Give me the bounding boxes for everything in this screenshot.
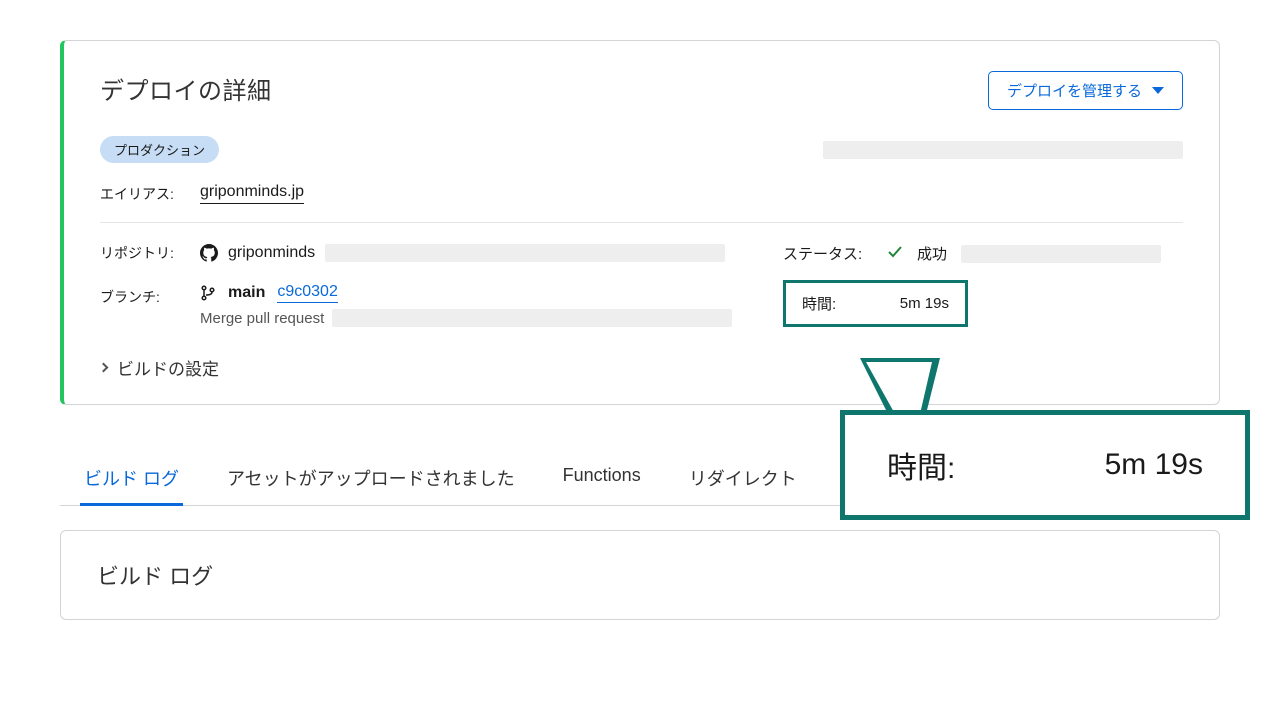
- status-row: ステータス: 成功: [783, 243, 1183, 264]
- duration-callout: 時間: 5m 19s: [840, 410, 1250, 520]
- card-header: デプロイの詳細 デプロイを管理する: [100, 71, 1183, 110]
- commit-message-line: Merge pull request: [200, 309, 732, 327]
- caret-down-icon: [1152, 87, 1164, 94]
- build-log-title: ビルド ログ: [97, 559, 1183, 591]
- repository-row: リポジトリ: griponminds: [100, 243, 763, 263]
- commit-message: Merge pull request: [200, 310, 324, 327]
- commit-hash-link[interactable]: c9c0302: [277, 283, 338, 303]
- branch-details: main c9c0302 Merge pull request: [200, 283, 732, 327]
- branch-label: ブランチ:: [100, 283, 180, 307]
- duration-box-highlighted: 時間: 5m 19s: [783, 280, 968, 327]
- manage-deploy-button[interactable]: デプロイを管理する: [988, 71, 1183, 110]
- branch-meta: main c9c0302: [200, 283, 732, 303]
- github-icon: [200, 244, 218, 262]
- redacted-bar: [823, 141, 1183, 159]
- right-col: ステータス: 成功 時間: 5m 19s: [783, 243, 1183, 327]
- duration-label: 時間:: [802, 293, 836, 314]
- alias-label: エイリアス:: [100, 184, 180, 204]
- manage-deploy-label: デプロイを管理する: [1007, 80, 1142, 101]
- tab-build-log[interactable]: ビルド ログ: [80, 453, 183, 505]
- left-col: リポジトリ: griponminds ブランチ: main: [100, 243, 763, 327]
- repository-value: griponminds: [200, 244, 725, 262]
- build-log-panel: ビルド ログ: [60, 530, 1220, 620]
- divider: [100, 222, 1183, 223]
- alias-link[interactable]: griponminds.jp: [200, 183, 304, 204]
- callout-value: 5m 19s: [1105, 448, 1203, 482]
- status-label: ステータス:: [783, 243, 873, 264]
- check-icon: [887, 244, 903, 264]
- deploy-detail-card: デプロイの詳細 デプロイを管理する プロダクション エイリアス: griponm…: [60, 40, 1220, 405]
- tab-functions[interactable]: Functions: [559, 453, 645, 505]
- redacted-bar: [325, 244, 725, 262]
- git-branch-icon: [200, 285, 216, 301]
- tab-assets-uploaded[interactable]: アセットがアップロードされました: [223, 453, 519, 505]
- repository-name: griponminds: [228, 244, 315, 262]
- production-badge: プロダクション: [100, 136, 219, 163]
- branch-row: ブランチ: main c9c0302 Merge pull request: [100, 283, 763, 327]
- card-title: デプロイの詳細: [100, 71, 272, 106]
- chevron-right-icon: [99, 363, 109, 373]
- repository-label: リポジトリ:: [100, 243, 180, 263]
- alias-row: エイリアス: griponminds.jp: [100, 183, 1183, 204]
- badge-row: プロダクション: [100, 136, 1183, 163]
- status-value: 成功: [917, 243, 947, 264]
- redacted-bar: [961, 245, 1161, 263]
- build-settings-label: ビルドの設定: [117, 355, 219, 380]
- callout-label: 時間:: [887, 443, 955, 487]
- redacted-bar: [332, 309, 732, 327]
- tab-redirect[interactable]: リダイレクト: [685, 453, 801, 505]
- details-grid: リポジトリ: griponminds ブランチ: main: [100, 243, 1183, 327]
- branch-name: main: [228, 284, 265, 302]
- duration-value: 5m 19s: [900, 295, 949, 312]
